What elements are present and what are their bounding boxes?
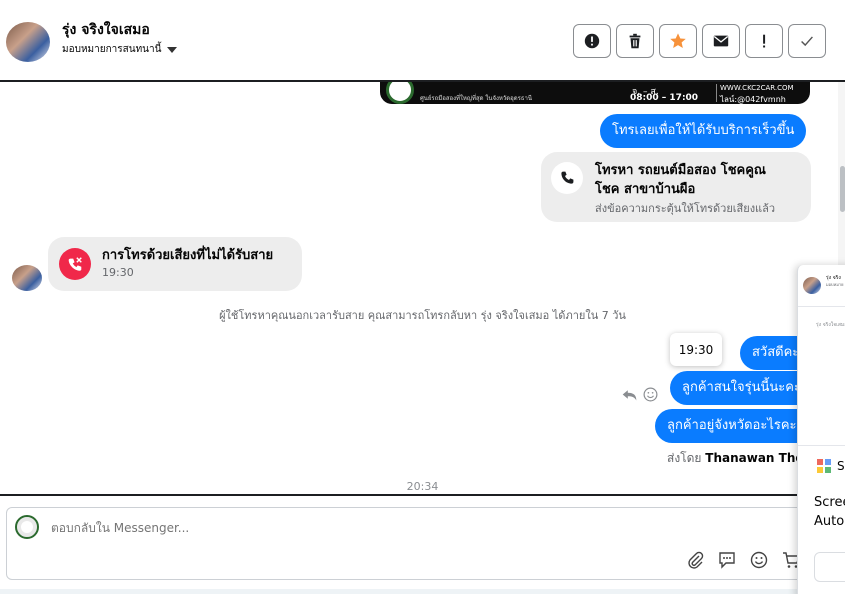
call-card-title-2: โชค สาขาบ้านผือ xyxy=(595,182,696,197)
thread-timestamp: 20:34 xyxy=(406,480,439,493)
thread-scrollbar-thumb[interactable] xyxy=(840,166,845,212)
outgoing-message[interactable]: โทรเลยเพื่อให้ได้รับบริการเร็วขึ้น xyxy=(600,114,807,148)
promo-image-banner[interactable]: ศูนย์รถมือสองที่ใหญ่ที่สุด ในจังหวัดอุดร… xyxy=(380,82,810,104)
alert-circle-icon xyxy=(584,33,600,49)
star-button[interactable] xyxy=(659,24,697,58)
side-panel-divider xyxy=(798,445,845,446)
reply-icon[interactable] xyxy=(621,386,638,403)
outgoing-message[interactable]: ลูกค้าสนใจรุ่นนี้นะคะ xyxy=(670,371,813,405)
paperclip-icon[interactable] xyxy=(685,550,705,570)
spam-report-button[interactable] xyxy=(573,24,611,58)
mark-unread-button[interactable] xyxy=(702,24,740,58)
side-panel-button[interactable] xyxy=(814,552,845,582)
conversation-toolbar xyxy=(573,24,826,58)
side-panel-contact-sub: มอบหมาย xyxy=(826,282,844,287)
screen-app-icon xyxy=(817,459,831,473)
reply-composer[interactable] xyxy=(6,507,816,580)
message-thread[interactable]: ศูนย์รถมือสองที่ใหญ่ที่สุด ในจังหวัดอุดร… xyxy=(0,82,845,494)
outgoing-message[interactable]: ลูกค้าอยู่จังหวัดอะไรคะ xyxy=(655,409,809,443)
dealer-logo-icon xyxy=(386,82,414,104)
composer-toolbar xyxy=(685,550,801,570)
page-avatar xyxy=(15,515,39,539)
missed-call-title: การโทรด้วยเสียงที่ไม่ได้รับสาย xyxy=(102,248,274,263)
banner-divider xyxy=(716,84,717,102)
saved-replies-icon[interactable] xyxy=(717,550,737,570)
follow-up-button[interactable] xyxy=(745,24,783,58)
sent-by-label: ส่งโดย Thanawan Thon xyxy=(667,449,812,468)
conversation-header: รุ่ง จริงใจเสมอ มอบหมายการสนทนานี้ xyxy=(0,0,845,82)
mark-done-button[interactable] xyxy=(788,24,826,58)
contact-name[interactable]: รุ่ง จริงใจเสมอ xyxy=(62,19,150,41)
message-actions xyxy=(621,386,659,403)
contact-small-avatar[interactable] xyxy=(12,265,42,291)
call-card-subtitle: ส่งข้อความกระตุ้นให้โทรด้วยเสียงแล้ว xyxy=(595,202,776,215)
delete-button[interactable] xyxy=(616,24,654,58)
phone-icon xyxy=(561,171,574,184)
side-panel-small-text: รุ่ง จริงใจเสมอ xyxy=(816,322,845,328)
message-time-tooltip: 19:30 xyxy=(670,333,722,366)
emoji-icon[interactable] xyxy=(749,550,769,570)
side-panel-avatar xyxy=(803,277,821,294)
assign-conversation-dropdown[interactable]: มอบหมายการสนทนานี้ xyxy=(62,42,178,57)
side-panel-header: รุ่ง จริง มอบหมาย xyxy=(798,265,845,307)
composer-divider xyxy=(0,494,845,496)
inbox-conversation-view: รุ่ง จริงใจเสมอ มอบหมายการสนทนานี้ ศูนย์… xyxy=(0,0,845,594)
missed-call-card[interactable]: การโทรด้วยเสียงที่ไม่ได้รับสาย 19:30 xyxy=(48,237,302,291)
assign-label: มอบหมายการสนทนานี้ xyxy=(62,44,162,55)
banner-line-id: ไลน์:@042fvmnh xyxy=(720,95,786,104)
banner-hours: 08:00 – 17:00 xyxy=(630,93,699,103)
bottom-edge xyxy=(0,589,845,594)
caret-down-icon xyxy=(167,46,178,53)
missed-call-time: 19:30 xyxy=(102,266,134,279)
side-panel-app-letter: S xyxy=(837,459,845,473)
contact-avatar[interactable] xyxy=(6,22,50,62)
emoji-react-icon[interactable] xyxy=(642,386,659,403)
call-prompt-card[interactable]: โทรหา รถยนต์มือสอง โชคคูณ โชค สาขาบ้านผื… xyxy=(541,152,811,222)
envelope-icon xyxy=(713,35,729,47)
side-panel-line-2: Auto xyxy=(814,514,845,529)
call-card-title-1: โทรหา รถยนต์มือสอง โชคคูณ xyxy=(595,163,766,178)
side-panel-line-1: Screen xyxy=(814,495,845,510)
check-icon xyxy=(801,36,813,47)
floating-side-panel[interactable]: รุ่ง จริง มอบหมาย รุ่ง จริงใจเสมอ S Scre… xyxy=(797,265,845,594)
missed-call-icon-wrap xyxy=(59,248,91,280)
banner-subtitle: ศูนย์รถมือสองที่ใหญ่ที่สุด ในจังหวัดอุดร… xyxy=(420,95,532,102)
sent-by-prefix: ส่งโดย xyxy=(667,451,702,465)
banner-website: WWW.CKC2CAR.COM xyxy=(720,84,794,92)
star-icon xyxy=(670,33,686,49)
trash-icon xyxy=(629,33,641,49)
exclamation-icon xyxy=(763,34,766,48)
phone-icon-wrap xyxy=(551,162,583,194)
reply-input[interactable] xyxy=(51,521,651,535)
missed-call-icon xyxy=(68,257,82,271)
callback-notice: ผู้ใช้โทรหาคุณนอกเวลารับสาย คุณสามารถโทร… xyxy=(219,309,626,322)
